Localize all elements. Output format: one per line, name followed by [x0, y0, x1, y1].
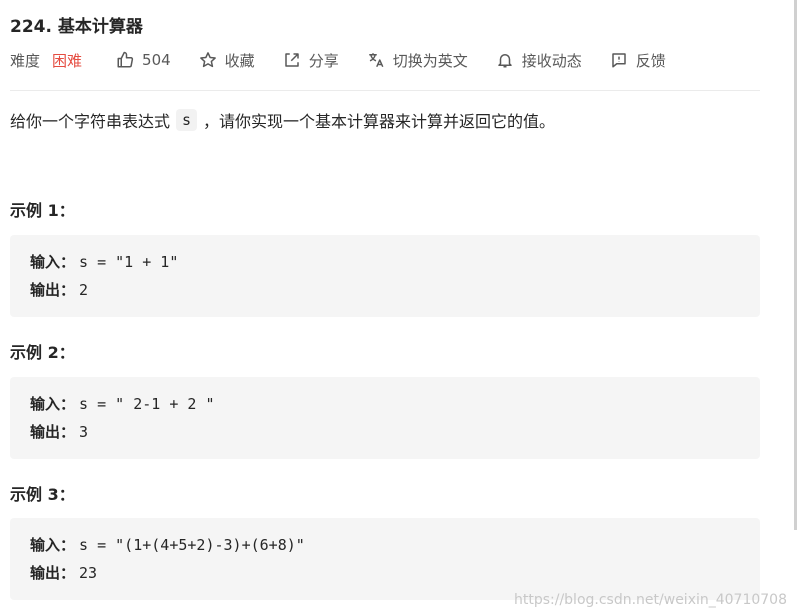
favorite-button[interactable]: 收藏 — [199, 50, 255, 71]
output-value: 23 — [79, 564, 98, 582]
like-button[interactable]: 504 — [116, 51, 171, 69]
input-label: 输入： — [30, 536, 76, 554]
share-label: 分享 — [308, 51, 339, 70]
thumbs-up-icon — [117, 51, 134, 68]
description-code: s — [176, 109, 198, 131]
example-1-input: 输入： s = "1 + 1" — [30, 251, 178, 272]
problem-description: 给你一个字符串表达式 s ，请你实现一个基本计算器来计算并返回它的值。 — [10, 108, 555, 132]
example-1-output: 输出： 2 — [30, 279, 88, 300]
feedback-icon — [611, 53, 626, 68]
watermark: https://blog.csdn.net/weixin_40710708 — [513, 592, 787, 608]
example-3-output: 输出： 23 — [30, 562, 97, 583]
example-1-heading: 示例 1： — [10, 201, 75, 220]
input-label: 输入： — [30, 395, 76, 413]
description-text-after: ，请你实现一个基本计算器来计算并返回它的值。 — [203, 112, 556, 131]
favorite-label: 收藏 — [224, 51, 255, 70]
switch-language-label: 切换为英文 — [392, 51, 468, 70]
output-label: 输出： — [30, 423, 76, 441]
likes-count: 504 — [142, 51, 171, 69]
subscribe-label: 接收动态 — [521, 51, 582, 70]
problem-title: 224. 基本计算器 — [10, 17, 143, 37]
translate-icon — [368, 53, 384, 68]
example-2-heading: 示例 2： — [10, 343, 75, 362]
input-label: 输入： — [30, 253, 76, 271]
description-text-before: 给你一个字符串表达式 — [10, 112, 171, 131]
star-icon — [199, 52, 216, 68]
output-value: 2 — [79, 281, 89, 299]
input-value: s = "(1+(4+5+2)-3)+(6+8)" — [79, 536, 305, 554]
share-button[interactable]: 分享 — [283, 50, 339, 71]
share-icon — [284, 53, 299, 67]
difficulty-value: 困难 — [52, 51, 83, 70]
output-value: 3 — [79, 423, 89, 441]
input-value: s = "1 + 1" — [79, 253, 179, 271]
subscribe-button[interactable]: 接收动态 — [496, 50, 582, 71]
example-2-input: 输入： s = " 2-1 + 2 " — [30, 393, 214, 414]
example-1-box: 输入： s = "1 + 1" 输出： 2 — [10, 235, 760, 317]
input-value: s = " 2-1 + 2 " — [79, 395, 215, 413]
feedback-button[interactable]: 反馈 — [610, 50, 666, 71]
header-divider — [10, 90, 760, 91]
example-3-heading: 示例 3： — [10, 485, 75, 504]
feedback-label: 反馈 — [635, 51, 666, 70]
example-3-box: 输入： s = "(1+(4+5+2)-3)+(6+8)" 输出： 23 — [10, 518, 760, 600]
bell-icon — [497, 54, 512, 68]
output-label: 输出： — [30, 281, 76, 299]
problem-meta-bar: 难度 困难 504 收藏 分享 切换为英文 接收动态 反馈 — [10, 48, 694, 72]
example-2-output: 输出： 3 — [30, 421, 88, 442]
example-2-box: 输入： s = " 2-1 + 2 " 输出： 3 — [10, 377, 760, 459]
example-3-input: 输入： s = "(1+(4+5+2)-3)+(6+8)" — [30, 534, 305, 555]
output-label: 输出： — [30, 564, 76, 582]
switch-language-button[interactable]: 切换为英文 — [367, 50, 468, 71]
difficulty-label: 难度 — [10, 51, 41, 70]
